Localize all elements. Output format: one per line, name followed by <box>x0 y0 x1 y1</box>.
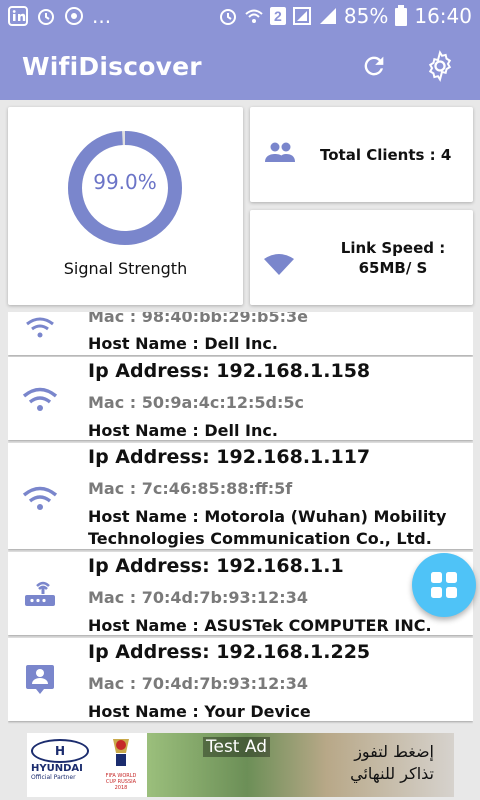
device-mac: Mac : 70:4d:7b:93:12:34 <box>88 674 308 693</box>
device-ip: Ip Address: 192.168.1.1 <box>88 555 344 577</box>
signal-icon <box>292 6 312 26</box>
device-mac: Mac : 50:9a:4c:12:5d:5c <box>88 393 305 412</box>
device-host-name: Host Name : Dell Inc. <box>88 334 278 353</box>
cell-signal-icon <box>318 6 338 26</box>
device-ip: Ip Address: 192.168.1.158 <box>88 360 371 382</box>
total-clients-card: Total Clients : 4 <box>250 107 473 202</box>
grid-icon <box>431 572 457 598</box>
sim-icon: 2 <box>269 7 286 25</box>
ad-brand-sub: Official Partner <box>31 774 76 781</box>
hyundai-logo: H <box>31 739 89 763</box>
status-bar: ... 2 85% 16:40 <box>0 0 480 32</box>
device-host-name-continued: Technologies Communication Co., Ltd. <box>88 529 432 548</box>
total-clients-label: Total Clients : 4 <box>320 145 452 164</box>
device-mac: Mac : 98:40:bb:29:b5:3e <box>88 312 309 326</box>
alarm-icon <box>218 6 238 26</box>
signal-percent: 99.0% <box>93 170 157 194</box>
app-bar: WifiDiscover <box>0 32 480 100</box>
wifi-icon <box>22 483 58 513</box>
link-speed-label: Link Speed : 65MB/ S <box>340 238 446 277</box>
device-mac: Mac : 70:4d:7b:93:12:34 <box>88 588 308 607</box>
device-item[interactable]: Mac : 98:40:bb:29:b5:3e Host Name : Dell… <box>8 312 473 355</box>
device-ip: Ip Address: 192.168.1.117 <box>88 446 371 468</box>
world-cup-logo: FIFA WORLD CUP RUSSIA 2018 <box>103 737 139 793</box>
device-item[interactable]: Ip Address: 192.168.1.1 Mac : 70:4d:7b:9… <box>8 552 473 635</box>
clock: 16:40 <box>414 4 472 28</box>
gear-icon <box>428 50 452 82</box>
person-icon <box>22 664 58 694</box>
device-host-name: Host Name : Your Device <box>88 702 311 721</box>
battery-icon <box>394 5 408 27</box>
device-list[interactable]: Mac : 98:40:bb:29:b5:3e Host Name : Dell… <box>8 312 473 724</box>
wifi-status-icon <box>244 6 264 26</box>
device-host-name: Host Name : ASUSTek COMPUTER INC. <box>88 616 432 635</box>
device-item[interactable]: Ip Address: 192.168.1.158 Mac : 50:9a:4c… <box>8 357 473 440</box>
alarm-icon <box>36 6 56 26</box>
world-cup-label: FIFA WORLD CUP RUSSIA 2018 <box>105 773 137 791</box>
refresh-button[interactable] <box>356 48 392 84</box>
ad-banner[interactable]: H HYUNDAI Official Partner FIFA WORLD CU… <box>27 733 454 797</box>
wifi-icon <box>22 312 58 342</box>
test-ad-label: Test Ad <box>203 737 271 757</box>
sync-circle-icon <box>64 6 84 26</box>
refresh-icon <box>364 56 384 76</box>
wifi-icon <box>22 384 58 414</box>
ad-brand-name: HYUNDAI <box>31 763 83 774</box>
device-host-name: Host Name : Dell Inc. <box>88 421 278 440</box>
more-notifications: ... <box>92 4 112 28</box>
people-icon <box>264 141 296 168</box>
device-mac: Mac : 7c:46:85:88:ff:5f <box>88 479 293 498</box>
link-speed-card: Link Speed : 65MB/ S <box>250 210 473 305</box>
battery-percent: 85% <box>343 4 389 28</box>
ad-arabic-text: إضغط لتفوز تذاكر للنهائي <box>350 741 434 785</box>
ad-arabic-line1: إضغط لتفوز <box>354 742 434 761</box>
device-item[interactable]: Ip Address: 192.168.1.117 Mac : 7c:46:85… <box>8 443 473 549</box>
wifi-icon <box>264 253 296 280</box>
router-icon <box>22 580 58 610</box>
device-host-name: Host Name : Motorola (Wuhan) Mobility <box>88 507 447 526</box>
app-title: WifiDiscover <box>22 51 202 81</box>
grid-menu-fab[interactable] <box>412 553 476 617</box>
settings-button[interactable] <box>422 48 458 84</box>
signal-strength-card: 99.0% Signal Strength <box>8 107 243 305</box>
ad-arabic-line2: تذاكر للنهائي <box>350 764 434 783</box>
linkedin-icon <box>8 6 28 26</box>
device-ip: Ip Address: 192.168.1.225 <box>88 641 371 663</box>
signal-strength-label: Signal Strength <box>63 259 188 278</box>
ad-brand-logo: H HYUNDAI Official Partner <box>31 739 89 789</box>
device-item[interactable]: Ip Address: 192.168.1.225 Mac : 70:4d:7b… <box>8 638 473 721</box>
